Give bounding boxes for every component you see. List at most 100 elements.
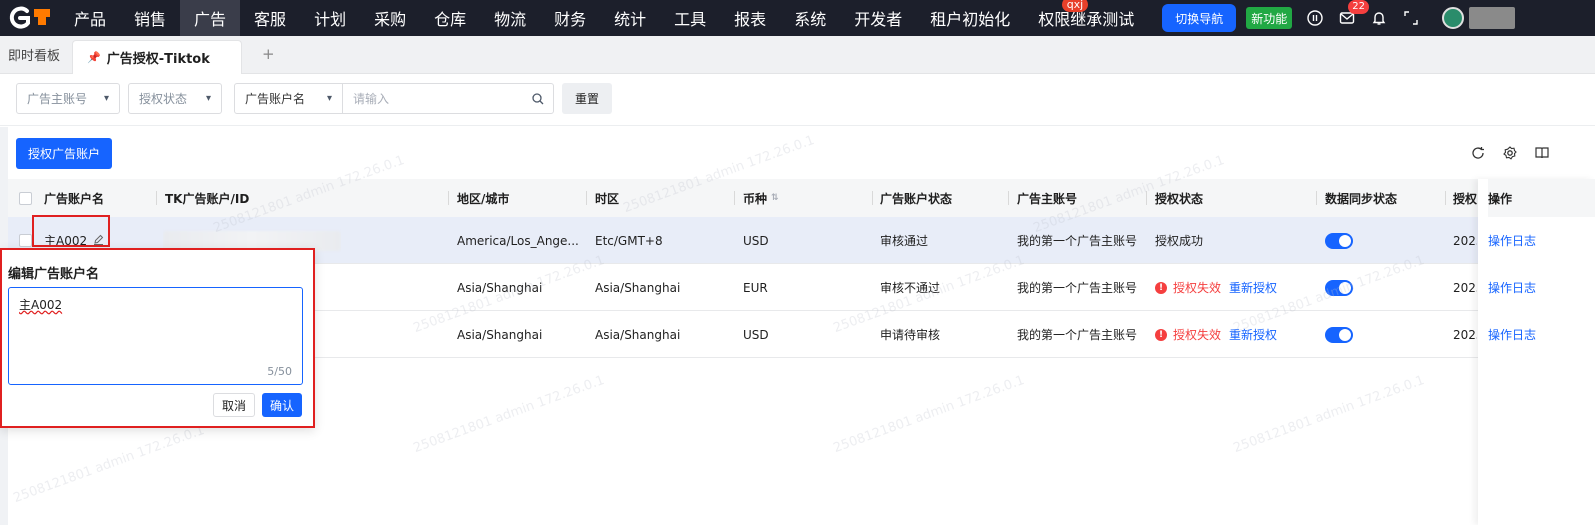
operation-log-link[interactable]: 操作日志 <box>1488 311 1536 358</box>
reset-button[interactable]: 重置 <box>562 83 612 114</box>
sync-toggle[interactable] <box>1325 232 1353 249</box>
timezone-cell: Etc/GMT+8 <box>595 233 663 248</box>
top-nav: 产品 销售 广告 客服 计划 采购 仓库 物流 财务 统计 工具 报表 系统 开… <box>0 0 1595 36</box>
region-cell: Asia/Shanghai <box>457 280 543 295</box>
watermark: 2508121801 admin 172.26.0.1 <box>411 372 607 457</box>
col-header-currency[interactable]: 币种 ⇅ <box>743 179 779 217</box>
nav-item-product[interactable]: 产品 <box>60 0 120 36</box>
add-tab-button[interactable]: + <box>242 35 295 73</box>
nav-item-developer[interactable]: 开发者 <box>840 0 916 36</box>
refresh-icon[interactable] <box>1470 145 1486 161</box>
auth-status-cell: ! 授权失效 重新授权 <box>1155 264 1277 311</box>
col-divider <box>1316 191 1317 205</box>
sync-toggle[interactable] <box>1325 326 1353 343</box>
nav-item-tools[interactable]: 工具 <box>660 0 720 36</box>
nav-item-sales[interactable]: 销售 <box>120 0 180 36</box>
col-header-auth-time: 授权 <box>1453 191 1478 206</box>
sync-toggle[interactable] <box>1325 279 1353 296</box>
settings-icon[interactable] <box>1502 145 1518 161</box>
info-icon[interactable] <box>1306 9 1324 27</box>
account-name-textarea[interactable]: 主A002 5/50 <box>8 287 303 385</box>
auth-time-cell: 2025 <box>1453 280 1477 295</box>
char-count: 5/50 <box>267 365 292 378</box>
nav-item-permission-test[interactable]: 权限继承测试 qxj <box>1024 0 1148 36</box>
col-header-label: 币种 <box>743 191 768 206</box>
nav-item-ads[interactable]: 广告 <box>180 0 241 36</box>
col-divider <box>1146 191 1147 205</box>
nav-item-purchase[interactable]: 采购 <box>360 0 420 36</box>
reauthorize-link[interactable]: 重新授权 <box>1229 279 1277 296</box>
tab-dashboard[interactable]: 即时看板 <box>0 35 72 73</box>
nav-item-reports[interactable]: 报表 <box>720 0 780 36</box>
nav-item-stats[interactable]: 统计 <box>600 0 660 36</box>
action-column: 操作 操作日志 操作日志 操作日志 <box>1478 179 1595 525</box>
nav-item-logistics[interactable]: 物流 <box>480 0 540 36</box>
error-icon: ! <box>1155 281 1167 294</box>
avatar[interactable] <box>1442 7 1465 29</box>
col-header-account-status: 广告账户状态 <box>880 191 953 206</box>
col-divider <box>734 191 735 205</box>
bell-icon[interactable] <box>1370 9 1388 27</box>
account-name-highlight <box>32 215 110 247</box>
col-divider <box>448 191 449 205</box>
chevron-down-icon: ▾ <box>326 93 332 104</box>
select-placeholder: 授权状态 <box>139 92 188 106</box>
watermark: 2508121801 admin 172.26.0.1 <box>1231 372 1427 457</box>
switch-nav-button[interactable]: 切换导航 <box>1162 4 1237 32</box>
row-checkbox[interactable] <box>19 234 32 247</box>
username-redacted[interactable] <box>1469 7 1516 29</box>
nav-item-plan[interactable]: 计划 <box>300 0 360 36</box>
authorize-account-button[interactable]: 授权广告账户 <box>16 138 113 169</box>
col-header-region: 地区/城市 <box>457 191 510 206</box>
book-icon[interactable] <box>1534 145 1550 161</box>
timezone-cell: Asia/Shanghai <box>595 327 681 342</box>
search-field-label: 广告账户名 <box>245 92 306 106</box>
currency-cell: USD <box>743 327 769 342</box>
nav-item-finance[interactable]: 财务 <box>540 0 600 36</box>
watermark: 2508121801 admin 172.26.0.1 <box>11 422 207 507</box>
col-header-timezone: 时区 <box>595 191 620 206</box>
auth-time-cell: 2025 <box>1453 233 1477 248</box>
logo[interactable] <box>0 0 60 36</box>
new-feature-button[interactable]: 新功能 <box>1246 7 1293 29</box>
chevron-down-icon: ▾ <box>103 93 109 104</box>
tab-ad-auth-tiktok[interactable]: 📌 广告授权-Tiktok <box>72 40 243 74</box>
advertiser-account-select[interactable]: 广告主账号 ▾ <box>16 83 120 114</box>
search-input[interactable] <box>343 84 523 113</box>
watermark: 2508121801 admin 172.26.0.1 <box>831 372 1027 457</box>
sort-icon[interactable]: ⇅ <box>771 193 779 203</box>
sync-status-cell <box>1325 264 1353 311</box>
operation-log-link[interactable]: 操作日志 <box>1488 217 1536 264</box>
region-cell: Asia/Shanghai <box>457 327 543 342</box>
col-divider <box>156 191 157 205</box>
sync-status-cell <box>1325 311 1353 358</box>
col-header-label: 操作 <box>1488 191 1513 206</box>
col-header-sync-status: 数据同步状态 <box>1325 191 1398 206</box>
search-field-select[interactable]: 广告账户名 ▾ <box>235 84 343 113</box>
search-combo: 广告账户名 ▾ <box>234 83 554 114</box>
advertiser-cell: 我的第一个广告主账号 <box>1017 234 1138 248</box>
col-header-name: 广告账户名 <box>44 191 105 206</box>
notification-count-badge: 22 <box>1348 0 1370 14</box>
fullscreen-icon[interactable] <box>1402 9 1420 27</box>
currency-cell: EUR <box>743 280 768 295</box>
pin-icon[interactable]: 📌 <box>87 51 101 64</box>
currency-cell: USD <box>743 233 769 248</box>
col-header-tk-id: TK广告账户/ID <box>165 191 250 206</box>
cancel-button[interactable]: 取消 <box>213 393 256 417</box>
auth-status-text: 授权失效 <box>1173 328 1222 342</box>
confirm-button[interactable]: 确认 <box>262 393 303 417</box>
nav-item-tenant-init[interactable]: 租户初始化 <box>916 0 1024 36</box>
nav-item-label: 权限继承测试 <box>1038 10 1135 29</box>
nav-item-service[interactable]: 客服 <box>240 0 300 36</box>
nav-item-warehouse[interactable]: 仓库 <box>420 0 480 36</box>
auth-status-select[interactable]: 授权状态 ▾ <box>128 83 222 114</box>
reauthorize-link[interactable]: 重新授权 <box>1229 326 1277 343</box>
nav-item-system[interactable]: 系统 <box>780 0 840 36</box>
operation-log-link[interactable]: 操作日志 <box>1488 264 1536 311</box>
message-icon[interactable]: 22 <box>1338 0 1370 27</box>
textarea-value: 主A002 <box>19 298 63 312</box>
error-icon: ! <box>1155 328 1167 341</box>
search-icon[interactable] <box>523 84 553 113</box>
select-all-checkbox[interactable] <box>19 192 32 205</box>
